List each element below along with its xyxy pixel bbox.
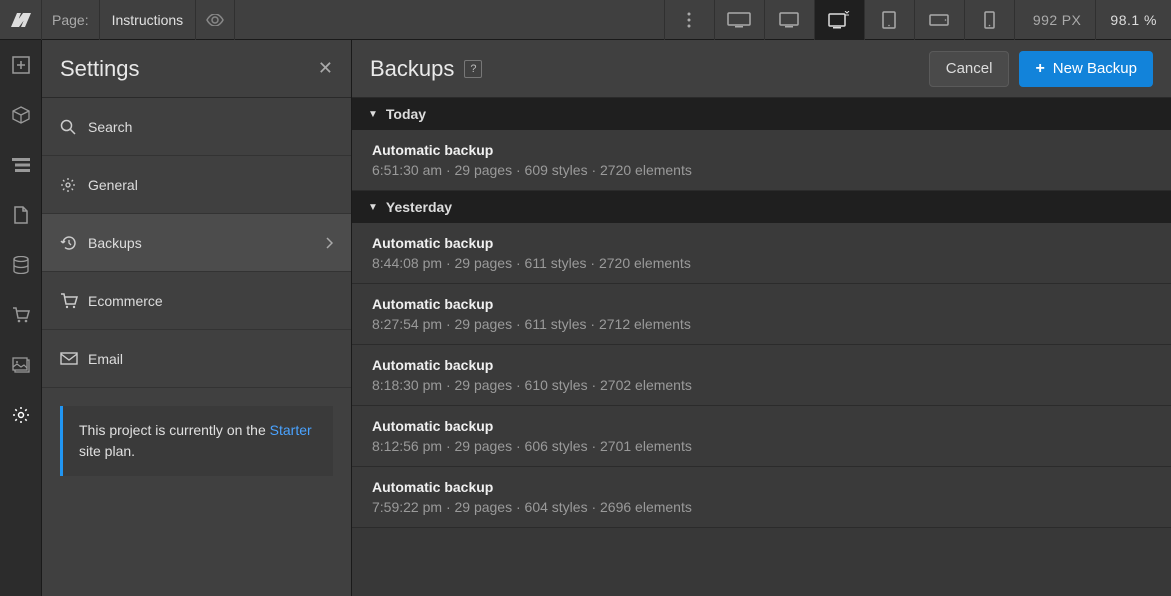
history-icon (60, 235, 88, 251)
page-title: Backups (370, 56, 454, 82)
breakpoint-phone-icon[interactable] (964, 0, 1014, 40)
backup-name: Automatic backup (372, 418, 1151, 434)
sidebar-item-label: General (88, 177, 333, 193)
add-element-icon[interactable] (0, 40, 42, 90)
ecommerce-icon[interactable] (0, 290, 42, 340)
preview-toggle[interactable] (195, 0, 235, 40)
page-name[interactable]: Instructions (100, 0, 196, 40)
sidebar-item-label: Backups (88, 235, 326, 251)
viewport-width-unit: PX (1062, 12, 1082, 28)
backup-name: Automatic backup (372, 235, 1151, 251)
backup-row[interactable]: Automatic backup 8:27:54 pm · 29 pages · … (352, 284, 1171, 345)
viewport-width[interactable]: 992 PX (1014, 0, 1096, 40)
plus-icon: + (1035, 60, 1044, 78)
zoom-level[interactable]: 98.1 % (1095, 0, 1171, 40)
group-label: Yesterday (386, 199, 452, 215)
new-backup-label: New Backup (1053, 60, 1137, 77)
more-menu[interactable] (664, 0, 714, 40)
backup-name: Automatic backup (372, 296, 1151, 312)
assets-icon[interactable] (0, 340, 42, 390)
webflow-logo[interactable] (0, 0, 42, 40)
backup-meta: 7:59:22 pm · 29 pages · 604 styles · 269… (372, 499, 1151, 515)
backups-panel: Backups ? Cancel + New Backup ▼ Today Auto… (352, 40, 1171, 596)
settings-icon[interactable] (0, 390, 42, 440)
backup-group-header[interactable]: ▼ Yesterday (352, 191, 1171, 223)
sidebar-item-email[interactable]: Email (42, 330, 351, 388)
sidebar-item-ecommerce[interactable]: Ecommerce (42, 272, 351, 330)
backup-group-header[interactable]: ▼ Today (352, 98, 1171, 130)
notice-text-suffix: site plan. (79, 443, 135, 459)
backup-meta: 8:44:08 pm · 29 pages · 611 styles · 272… (372, 255, 1151, 271)
backup-name: Automatic backup (372, 357, 1151, 373)
sidebar-item-label: Ecommerce (88, 293, 333, 309)
breakpoint-md-icon[interactable] (814, 0, 864, 40)
mail-icon (60, 352, 88, 365)
settings-sidebar: Settings ✕ Search General Backups (42, 40, 352, 596)
cart-icon (60, 293, 88, 309)
plan-link[interactable]: Starter (270, 422, 312, 438)
backup-meta: 8:18:30 pm · 29 pages · 610 styles · 270… (372, 377, 1151, 393)
chevron-right-icon (326, 237, 333, 249)
backup-name: Automatic backup (372, 479, 1151, 495)
backup-row[interactable]: Automatic backup 8:44:08 pm · 29 pages · … (352, 223, 1171, 284)
close-icon[interactable]: ✕ (318, 58, 333, 79)
gear-icon (60, 177, 88, 193)
topbar: Page: Instructions 992 PX 98.1 % (0, 0, 1171, 40)
sidebar-item-label: Email (88, 351, 333, 367)
sidebar-item-general[interactable]: General (42, 156, 351, 214)
backups-header: Backups ? Cancel + New Backup (352, 40, 1171, 98)
new-backup-button[interactable]: + New Backup (1019, 51, 1153, 87)
sidebar-item-backups[interactable]: Backups (42, 214, 351, 272)
backup-row[interactable]: Automatic backup 8:12:56 pm · 29 pages · … (352, 406, 1171, 467)
backup-meta: 8:12:56 pm · 29 pages · 606 styles · 270… (372, 438, 1151, 454)
search-icon (60, 119, 88, 135)
backup-row[interactable]: Automatic backup 6:51:30 am · 29 pages · … (352, 130, 1171, 191)
pages-icon[interactable] (0, 190, 42, 240)
sidebar-item-label: Search (88, 119, 333, 135)
cms-icon[interactable] (0, 240, 42, 290)
backup-meta: 8:27:54 pm · 29 pages · 611 styles · 271… (372, 316, 1151, 332)
left-rail (0, 40, 42, 596)
breakpoint-phone-landscape-icon[interactable] (914, 0, 964, 40)
cancel-button[interactable]: Cancel (929, 51, 1010, 87)
backup-meta: 6:51:30 am · 29 pages · 609 styles · 272… (372, 162, 1151, 178)
backups-list: ▼ Today Automatic backup 6:51:30 am · 29 pa… (352, 98, 1171, 528)
group-label: Today (386, 106, 426, 122)
breakpoint-tablet-icon[interactable] (864, 0, 914, 40)
sidebar-title: Settings (60, 56, 140, 82)
breakpoint-lg-icon[interactable] (764, 0, 814, 40)
viewport-width-value: 992 (1033, 12, 1058, 28)
symbols-icon[interactable] (0, 90, 42, 140)
backup-row[interactable]: Automatic backup 7:59:22 pm · 29 pages · … (352, 467, 1171, 528)
backup-name: Automatic backup (372, 142, 1151, 158)
breakpoint-xl-icon[interactable] (714, 0, 764, 40)
sidebar-item-search[interactable]: Search (42, 98, 351, 156)
help-icon[interactable]: ? (464, 60, 482, 78)
navigator-icon[interactable] (0, 140, 42, 190)
notice-text-prefix: This project is currently on the (79, 422, 270, 438)
triangle-down-icon: ▼ (368, 109, 378, 120)
sidebar-header: Settings ✕ (42, 40, 351, 98)
page-label: Page: (42, 0, 100, 40)
triangle-down-icon: ▼ (368, 202, 378, 213)
plan-notice: This project is currently on the Starter… (60, 406, 333, 476)
backup-row[interactable]: Automatic backup 8:18:30 pm · 29 pages · … (352, 345, 1171, 406)
